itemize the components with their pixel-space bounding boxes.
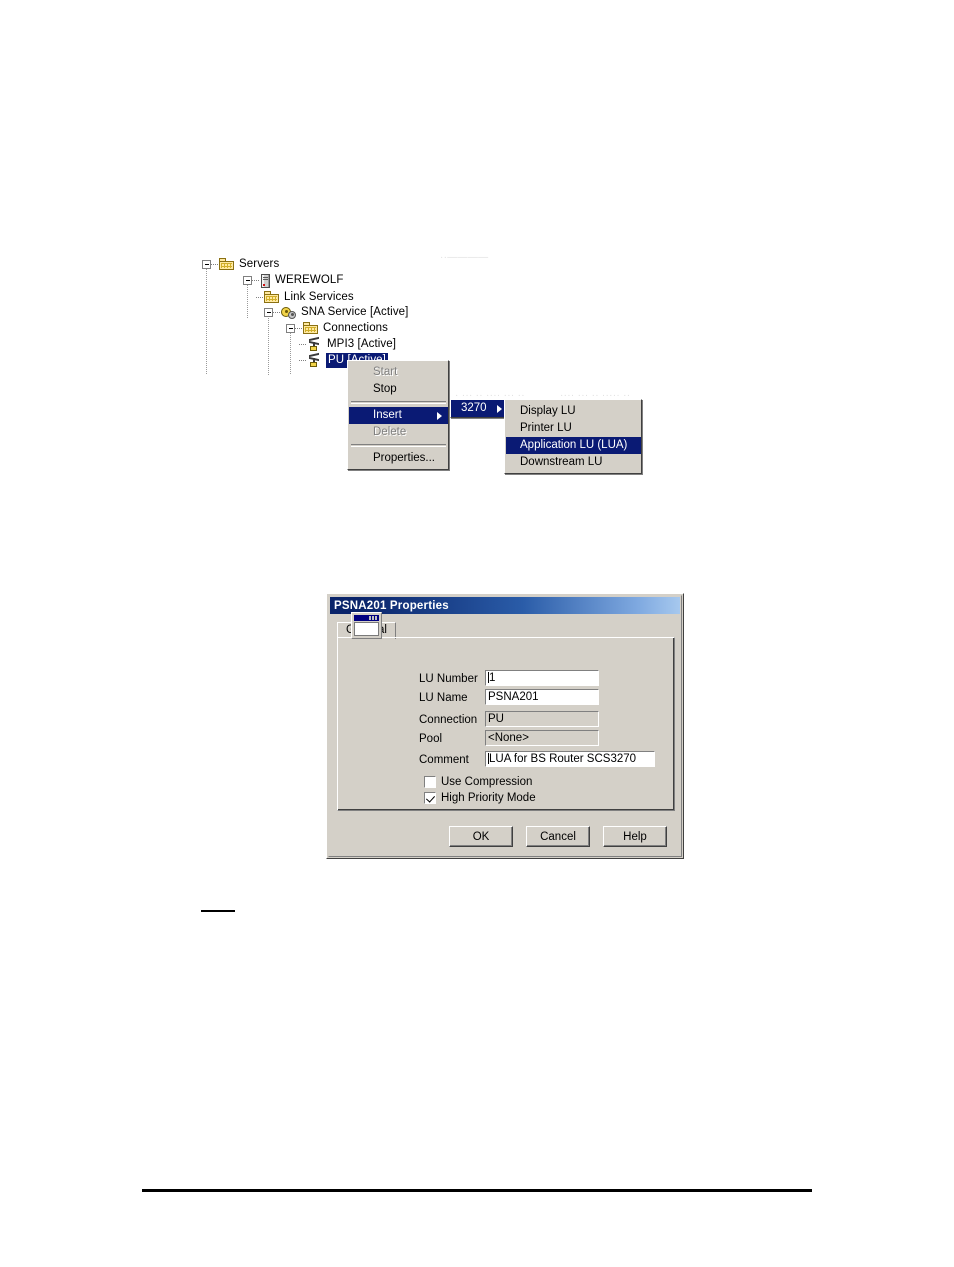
tree-connector bbox=[256, 297, 264, 298]
menu-item-properties[interactable]: Properties... bbox=[349, 450, 448, 467]
window-properties-icon bbox=[351, 612, 382, 639]
dialog-title: PSNA201 Properties bbox=[334, 599, 449, 612]
checkbox-row-high-priority-mode[interactable]: High Priority Mode bbox=[424, 792, 536, 804]
help-button[interactable]: Help bbox=[603, 826, 667, 847]
tree-node-connections[interactable]: Connections bbox=[286, 321, 388, 336]
tree-connector bbox=[211, 264, 219, 265]
folder-icon bbox=[219, 258, 235, 271]
submenu-arrow-icon bbox=[437, 411, 442, 420]
tree-node-label: Servers bbox=[239, 257, 280, 270]
menu-item-3270[interactable]: 3270 bbox=[451, 400, 508, 417]
tree-node-label: WEREWOLF bbox=[275, 273, 344, 286]
checkbox-use-compression[interactable] bbox=[424, 776, 436, 788]
dialog-titlebar[interactable]: PSNA201 Properties bbox=[330, 597, 680, 614]
tree-node-label: Connections bbox=[323, 321, 389, 334]
menu-item-label: Insert bbox=[373, 409, 402, 421]
menu-item-insert[interactable]: Insert bbox=[349, 407, 448, 424]
tree-node-servers[interactable]: Servers bbox=[202, 257, 279, 272]
gear-icon bbox=[281, 306, 297, 320]
menu-item-printer-lu[interactable]: Printer LU bbox=[506, 420, 641, 437]
input-lu-number[interactable]: 1 bbox=[485, 670, 599, 686]
ok-button[interactable]: OK bbox=[449, 826, 513, 847]
checkbox-row-use-compression[interactable]: Use Compression bbox=[424, 776, 532, 788]
input-comment[interactable]: LUA for BS Router SCS3270 bbox=[485, 751, 655, 767]
menu-item-application-lu[interactable]: Application LU (LUA) bbox=[506, 437, 641, 454]
label-pool: Pool bbox=[419, 733, 443, 745]
tree-connector bbox=[295, 328, 303, 329]
footnote-rule bbox=[201, 910, 235, 912]
input-value: PU bbox=[488, 713, 504, 725]
input-lu-name[interactable]: PSNA201 bbox=[485, 689, 599, 705]
tree-node-label: SNA Service [Active] bbox=[301, 305, 409, 318]
submenu-arrow-icon bbox=[497, 404, 502, 413]
scan-artifact-top: ··———— bbox=[440, 252, 489, 263]
menu-item-stop[interactable]: Stop bbox=[349, 381, 448, 398]
checkbox-high-priority-mode[interactable] bbox=[424, 792, 436, 804]
label-lu-number: LU Number bbox=[419, 673, 478, 685]
tree-connector bbox=[252, 280, 260, 281]
tree-connector bbox=[299, 344, 307, 345]
expander-icon[interactable] bbox=[264, 308, 273, 317]
tree-node-sna-service[interactable]: SNA Service [Active] bbox=[264, 305, 408, 320]
tree-node-label: Link Services bbox=[284, 290, 354, 303]
menu-separator bbox=[351, 401, 446, 404]
tree-node-link-services[interactable]: Link Services bbox=[256, 290, 354, 305]
connection-icon bbox=[307, 336, 323, 352]
expander-icon[interactable] bbox=[202, 260, 211, 269]
menu-item-display-lu[interactable]: Display LU bbox=[506, 403, 641, 420]
input-value: PSNA201 bbox=[488, 691, 539, 703]
context-menu-pu[interactable]: Start Stop Insert Delete Properties... bbox=[347, 360, 449, 470]
tree-node-werewolf[interactable]: WEREWOLF bbox=[243, 273, 344, 288]
connection-icon bbox=[307, 352, 323, 368]
submenu-3270[interactable]: Display LU Printer LU Application LU (LU… bbox=[504, 399, 642, 474]
label-comment: Comment bbox=[419, 754, 469, 766]
tree-connector bbox=[299, 360, 307, 361]
button-label: OK bbox=[472, 830, 490, 843]
folder-icon bbox=[303, 322, 319, 335]
menu-item-start: Start bbox=[373, 366, 398, 378]
checkbox-label: Use Compression bbox=[441, 776, 533, 788]
input-value: LUA for BS Router SCS3270 bbox=[489, 753, 637, 765]
tree-node-mpi3[interactable]: MPI3 [Active] bbox=[299, 336, 397, 352]
psna201-properties-dialog[interactable]: PSNA201 Properties General LU Number 1 L… bbox=[326, 593, 684, 859]
context-menu-items: Start Stop Insert Delete Properties... bbox=[348, 363, 448, 467]
menu-item-downstream-lu[interactable]: Downstream LU bbox=[506, 454, 641, 471]
server-icon bbox=[260, 273, 271, 288]
input-value: <None> bbox=[488, 732, 529, 744]
tree-guide-line bbox=[206, 263, 207, 375]
input-connection: PU bbox=[485, 711, 599, 727]
cancel-button[interactable]: Cancel bbox=[526, 826, 590, 847]
input-value: 1 bbox=[489, 672, 496, 684]
expander-icon[interactable] bbox=[243, 276, 252, 285]
menu-item-label: 3270 bbox=[461, 402, 487, 414]
label-connection: Connection bbox=[419, 714, 478, 726]
tree-node-label: MPI3 [Active] bbox=[327, 337, 397, 350]
button-label: Help bbox=[623, 830, 647, 843]
submenu-3270-items: Display LU Printer LU Application LU (LU… bbox=[505, 402, 641, 471]
submenu-insert[interactable]: 3270 bbox=[450, 399, 509, 418]
button-label: Cancel bbox=[540, 830, 576, 843]
input-pool: <None> bbox=[485, 730, 599, 746]
tree-connector bbox=[273, 312, 281, 313]
sna-tree-view[interactable]: Servers WEREWOLF Link Services SNA Servi… bbox=[202, 255, 462, 375]
dialog-tabstrip[interactable]: General bbox=[337, 622, 675, 639]
menu-separator bbox=[351, 444, 446, 447]
menu-item-delete: Delete bbox=[373, 426, 407, 438]
checkbox-label: High Priority Mode bbox=[441, 792, 536, 804]
page-footer-rule bbox=[142, 1189, 812, 1192]
folder-icon bbox=[264, 291, 280, 304]
label-lu-name: LU Name bbox=[419, 692, 468, 704]
expander-icon[interactable] bbox=[286, 324, 295, 333]
